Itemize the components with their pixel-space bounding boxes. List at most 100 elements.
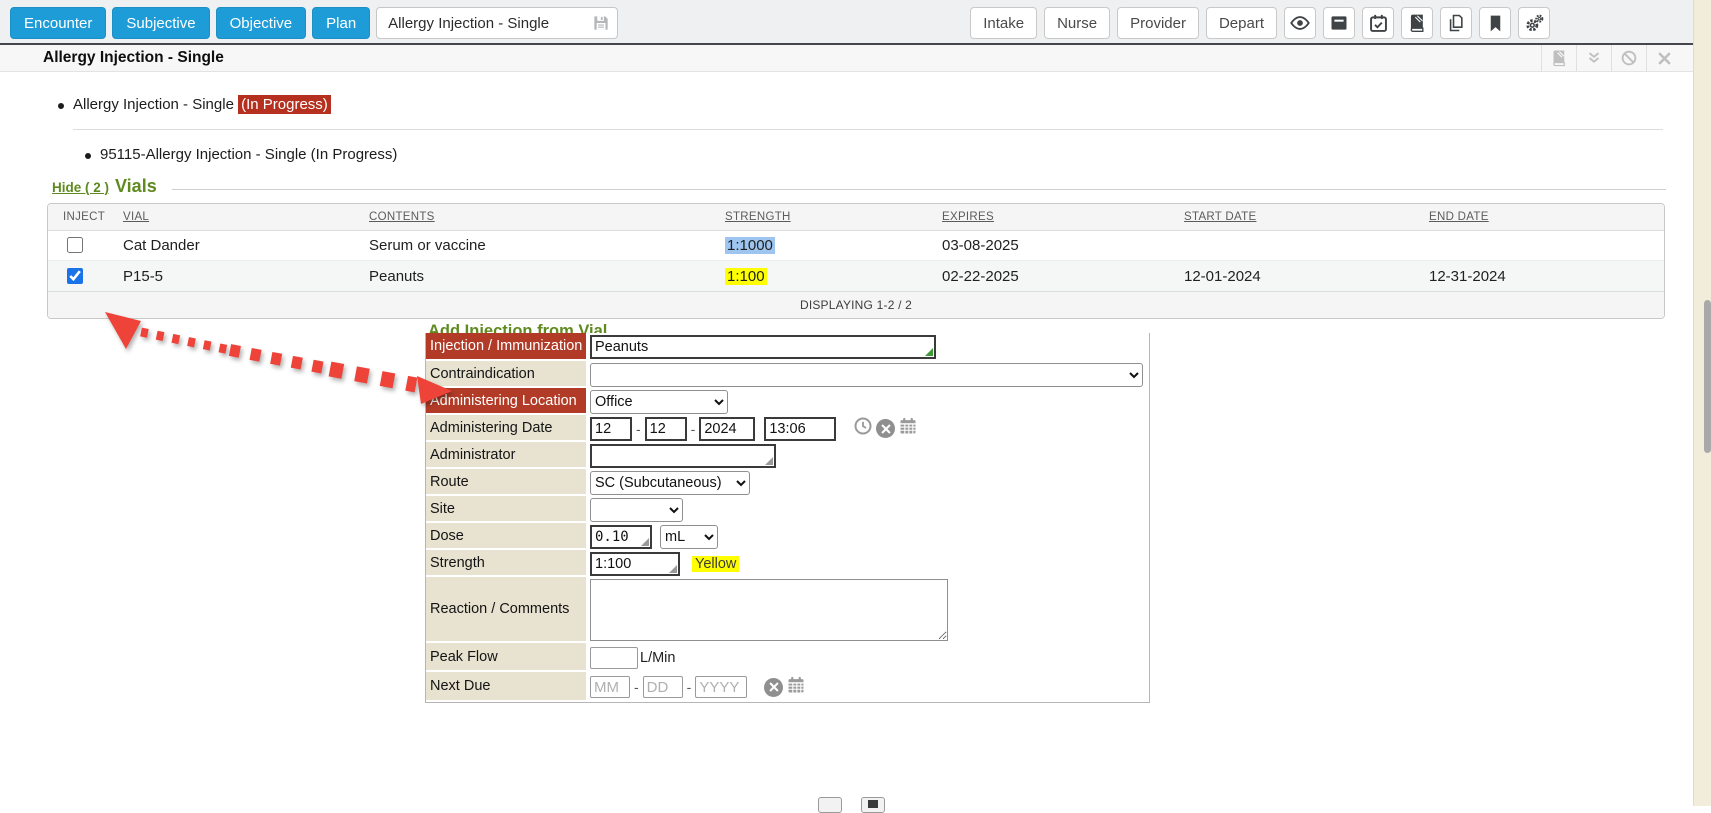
objective-button[interactable]: Objective [216,7,307,39]
panel-header-icons [1541,45,1681,71]
clear-next-due-icon[interactable] [764,678,783,697]
next-due-month-input[interactable] [590,676,630,698]
save-icon[interactable] [591,13,611,37]
administering-date-day-input[interactable] [645,417,687,441]
calendar-icon[interactable] [898,416,918,441]
encounter-sub-item-text: 95115-Allergy Injection - Single (In Pro… [100,146,397,163]
calendar-check-icon[interactable] [1362,7,1394,39]
vertical-scrollbar-thumb[interactable] [1704,300,1711,453]
vial-name: Cat Dander [123,237,369,254]
administering-time-input[interactable] [764,417,836,441]
eye-icon[interactable] [1284,7,1316,39]
status-badge: (In Progress) [238,95,331,114]
col-contents[interactable]: CONTENTS [369,211,725,223]
clear-date-icon[interactable] [876,419,895,438]
administering-date-year-input[interactable] [699,417,755,441]
top-toolbar: Encounter Subjective Objective Plan Alle… [0,0,1693,45]
vials-table: INJECT VIAL CONTENTS STRENGTH EXPIRES ST… [47,203,1665,319]
bookmark-icon[interactable] [1479,7,1511,39]
col-vial[interactable]: VIAL [123,211,369,223]
col-strength[interactable]: STRENGTH [725,211,942,223]
vial-strength-highlighted: 1:100 [725,268,767,285]
injection-immunization-label: Injection / Immunization [426,333,586,361]
vial-name: P15-5 [123,268,369,285]
form-panel-header: Allergy Injection - Single [0,45,1693,72]
toolbar-nav-group: Encounter Subjective Objective Plan Alle… [10,7,618,39]
subjective-button[interactable]: Subjective [112,7,209,39]
date-separator: - [687,679,692,695]
template-selector-value: Allergy Injection - Single [388,15,549,32]
add-injection-form: Injection / Immunization Contraindicatio… [425,333,1150,703]
vials-legend: Vials [115,176,157,197]
clock-icon[interactable] [853,416,873,441]
vial-strength-highlighted: 1:1000 [725,237,775,254]
strength-input[interactable] [590,552,680,576]
administrator-input[interactable] [590,444,776,468]
vial-expires: 02-22-2025 [942,268,1184,285]
vial-contents: Peanuts [369,268,725,285]
settings-gears-icon[interactable] [1518,7,1550,39]
depart-button[interactable]: Depart [1206,7,1277,39]
inject-checkbox-cat-dander[interactable] [67,237,83,253]
reaction-comments-label: Reaction / Comments [426,577,586,643]
administering-location-label: Administering Location [426,388,586,415]
col-end-date[interactable]: END DATE [1429,211,1664,223]
next-due-day-input[interactable] [643,676,683,698]
panel-close-icon[interactable] [1646,45,1681,71]
col-inject: INJECT [63,211,123,223]
template-selector[interactable]: Allergy Injection - Single [376,7,618,39]
archive-box-icon[interactable] [1323,7,1355,39]
bottom-partial-save-button[interactable] [861,797,885,813]
panel-collapse-icon[interactable] [1576,45,1611,71]
nurse-button[interactable]: Nurse [1044,7,1110,39]
copy-icon[interactable] [1440,7,1472,39]
administering-date-label: Administering Date [426,415,586,442]
injection-immunization-input[interactable] [590,335,936,359]
page-title: Allergy Injection - Single [43,49,224,67]
next-due-year-input[interactable] [695,676,747,698]
hide-vials-link[interactable]: Hide ( 2 ) [52,180,109,195]
peak-flow-unit: L/Min [640,650,675,666]
route-label: Route [426,469,586,496]
administrator-label: Administrator [426,442,586,469]
vial-row-cat-dander: Cat Dander Serum or vaccine 1:1000 03-08… [48,231,1664,261]
contraindication-label: Contraindication [426,361,586,388]
reaction-comments-textarea[interactable] [590,579,948,641]
dose-input[interactable] [590,525,652,549]
site-select[interactable] [590,498,683,522]
col-start-date[interactable]: START DATE [1184,211,1429,223]
bottom-partial-button[interactable] [818,797,842,813]
date-separator: - [691,421,696,437]
vial-start-date: 12-01-2024 [1184,268,1429,285]
next-due-calendar-icon[interactable] [786,675,806,700]
route-select[interactable]: SC (Subcutaneous) [590,471,750,495]
next-due-label: Next Due [426,672,586,702]
provider-button[interactable]: Provider [1117,7,1199,39]
intake-button[interactable]: Intake [970,7,1037,39]
strength-color-note: Yellow [692,556,739,572]
peak-flow-input[interactable] [590,647,638,669]
panel-book-icon[interactable] [1541,45,1576,71]
table-paging-status: DISPLAYING 1-2 / 2 [48,291,1664,318]
vial-expires: 03-08-2025 [942,237,1184,254]
date-separator: - [634,679,639,695]
vial-row-p15-5: P15-5 Peanuts 1:100 02-22-2025 12-01-202… [48,261,1664,291]
administering-location-select[interactable]: Office [590,390,728,414]
contraindication-select[interactable] [590,363,1143,387]
list-divider [73,129,1663,130]
vials-legend-line [172,189,1666,190]
col-expires[interactable]: EXPIRES [942,211,1184,223]
plan-button[interactable]: Plan [312,7,370,39]
encounter-sub-item: 95115-Allergy Injection - Single (In Pro… [100,146,397,163]
site-label: Site [426,496,586,523]
encounter-list-item: Allergy Injection - Single (In Progress) [73,96,331,113]
dose-unit-select[interactable]: mL [660,525,718,549]
book-icon[interactable] [1401,7,1433,39]
panel-disable-icon[interactable] [1611,45,1646,71]
vials-table-header: INJECT VIAL CONTENTS STRENGTH EXPIRES ST… [48,204,1664,231]
peak-flow-label: Peak Flow [426,643,586,672]
encounter-button[interactable]: Encounter [10,7,106,39]
dose-label: Dose [426,523,586,550]
administering-date-month-input[interactable] [590,417,632,441]
inject-checkbox-p15-5[interactable] [67,268,83,284]
